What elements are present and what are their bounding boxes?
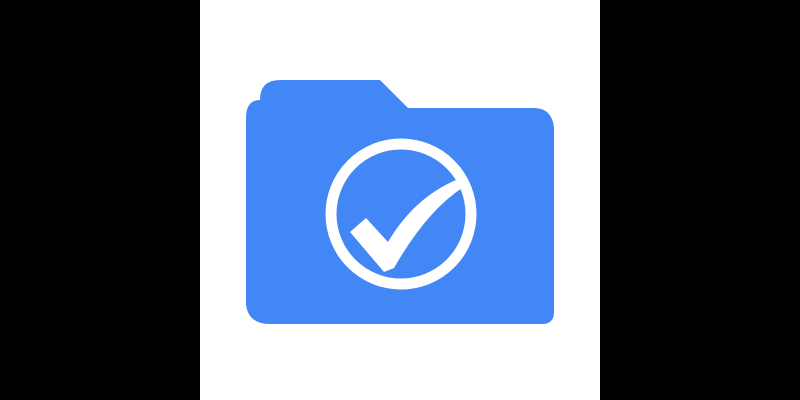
screen-backdrop (0, 0, 800, 400)
folder-check-icon (246, 80, 554, 324)
app-icon-card (200, 0, 600, 400)
